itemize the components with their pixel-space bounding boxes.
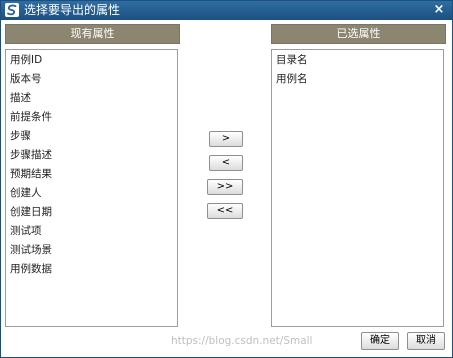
list-item[interactable]: 创建人 [6,184,177,203]
title-bar[interactable]: 选择要导出的属性 × [1,1,452,20]
ok-button[interactable]: 确定 [361,332,399,350]
list-item[interactable]: 步骤 [6,127,177,146]
move-all-right-button[interactable]: >> [207,179,243,195]
export-attributes-dialog: 选择要导出的属性 × 现有属性 用例ID 版本号 描述 前提条件 步骤 步骤描述… [0,0,453,358]
available-attributes-header: 现有属性 [5,24,180,44]
list-item[interactable]: 用例数据 [6,260,177,279]
move-right-button[interactable]: > [209,131,243,147]
selected-attributes-header: 已选属性 [271,24,446,44]
list-item[interactable]: 用例名 [272,70,443,89]
list-item[interactable]: 前提条件 [6,108,177,127]
move-all-left-button[interactable]: << [207,203,243,219]
list-item[interactable]: 预期结果 [6,165,177,184]
watermark-text: https://blog.csdn.net/Small [171,335,313,347]
dialog-title: 选择要导出的属性 [24,3,121,17]
cancel-button[interactable]: 取消 [407,332,445,350]
list-item[interactable]: 测试场景 [6,241,177,260]
move-left-button[interactable]: < [209,155,243,171]
available-attributes-list[interactable]: 用例ID 版本号 描述 前提条件 步骤 步骤描述 预期结果 创建人 创建日期 测… [5,49,178,327]
selected-attributes-panel: 已选属性 目录名 用例名 [271,24,446,327]
selected-attributes-list[interactable]: 目录名 用例名 [271,49,444,327]
list-item[interactable]: 描述 [6,89,177,108]
list-item[interactable]: 步骤描述 [6,146,177,165]
list-item[interactable]: 创建日期 [6,203,177,222]
list-item[interactable]: 测试项 [6,222,177,241]
list-item[interactable]: 用例ID [6,51,177,70]
app-logo-icon [5,3,19,17]
close-icon[interactable]: × [432,2,446,18]
list-item[interactable]: 目录名 [272,51,443,70]
available-attributes-panel: 现有属性 用例ID 版本号 描述 前提条件 步骤 步骤描述 预期结果 创建人 创… [5,24,180,327]
list-item[interactable]: 版本号 [6,70,177,89]
